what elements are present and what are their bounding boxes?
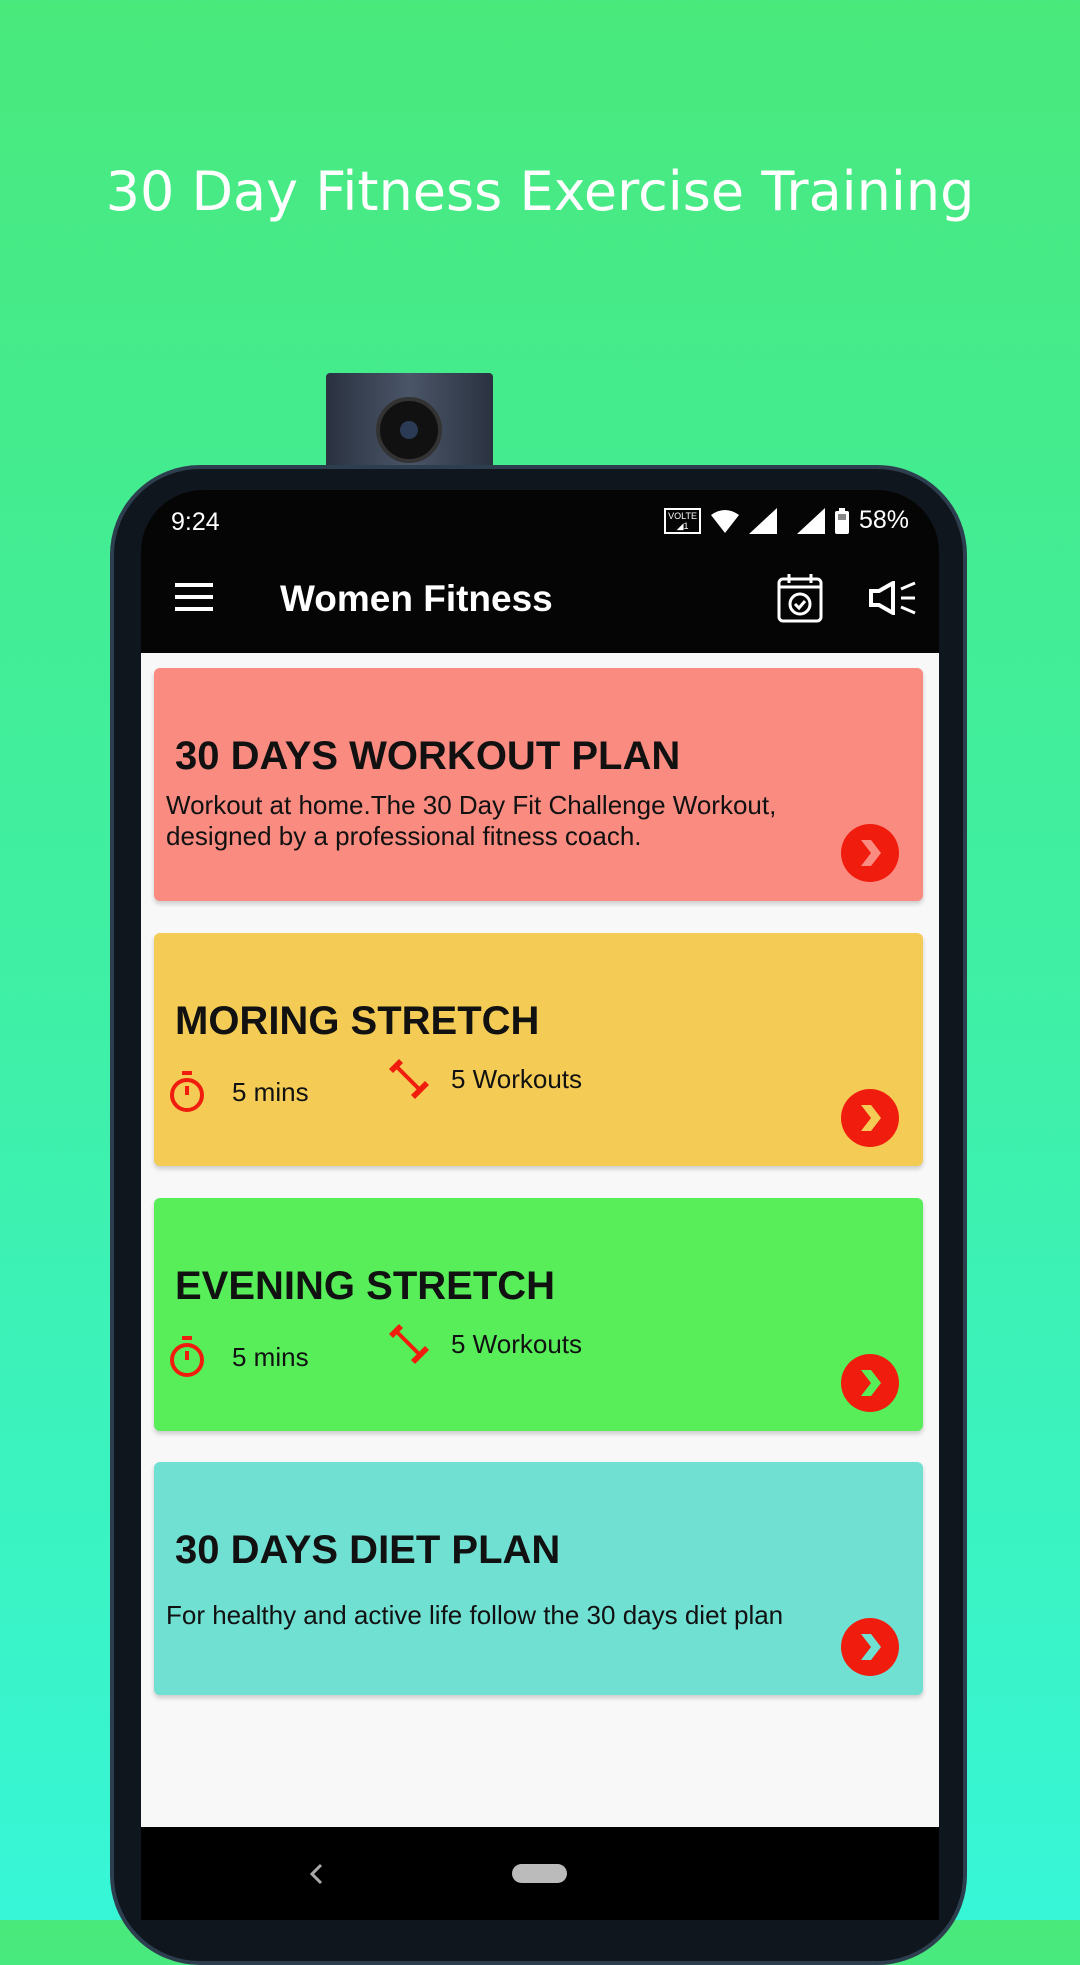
status-time: 9:24 xyxy=(171,508,220,536)
chevron-right-button[interactable] xyxy=(841,1354,899,1412)
duration-label: 5 mins xyxy=(232,1076,309,1107)
card-description: For healthy and active life follow the 3… xyxy=(166,1600,784,1630)
content-list: 30 DAYS WORKOUT PLAN Workout at home.The… xyxy=(141,653,939,1827)
card-title: EVENING STRETCH xyxy=(175,1264,556,1308)
card-title: 30 DAYS WORKOUT PLAN xyxy=(175,734,681,778)
signal-icon-2 xyxy=(796,507,825,534)
chevron-right-icon xyxy=(861,1105,881,1131)
app-title: Women Fitness xyxy=(280,578,553,619)
home-button[interactable] xyxy=(512,1864,567,1883)
volte-icon: VOLTE ◢1 xyxy=(664,507,701,534)
card-diet-plan[interactable]: 30 DAYS DIET PLAN For healthy and active… xyxy=(154,1462,923,1695)
card-morning-stretch[interactable]: MORING STRETCH 5 mins 5 Workouts xyxy=(154,933,923,1166)
chevron-right-button[interactable] xyxy=(841,1089,899,1147)
card-evening-stretch[interactable]: EVENING STRETCH 5 mins 5 Workouts xyxy=(154,1198,923,1431)
stopwatch-icon xyxy=(170,1336,204,1377)
back-icon[interactable] xyxy=(309,1863,323,1885)
promo-headline: 30 Day Fitness Exercise Training xyxy=(105,160,975,223)
navigation-bar xyxy=(141,1827,939,1920)
menu-icon[interactable] xyxy=(175,583,213,611)
battery-icon xyxy=(834,507,849,534)
chevron-right-icon xyxy=(861,840,881,866)
workouts-label: 5 Workouts xyxy=(451,1328,583,1359)
card-title: MORING STRETCH xyxy=(175,999,540,1043)
workouts-label: 5 Workouts xyxy=(451,1063,583,1094)
dumbbell-icon xyxy=(389,1324,429,1364)
duration-label: 5 mins xyxy=(232,1341,309,1372)
chevron-right-button[interactable] xyxy=(841,824,899,882)
battery-percent: 58% xyxy=(858,506,909,534)
card-title: 30 DAYS DIET PLAN xyxy=(175,1528,561,1572)
card-description: Workout at home.The 30 Day Fit Challenge… xyxy=(166,790,777,851)
popup-camera xyxy=(326,373,493,473)
chevron-right-icon xyxy=(861,1634,881,1660)
megaphone-icon[interactable] xyxy=(869,581,917,615)
status-bar: 9:24 VOLTE ◢1 58% xyxy=(141,490,939,545)
app-bar: Women Fitness xyxy=(141,545,939,653)
chevron-right-button[interactable] xyxy=(841,1618,899,1676)
calendar-check-icon[interactable] xyxy=(777,573,823,623)
stopwatch-icon xyxy=(170,1071,204,1112)
signal-icon xyxy=(748,507,777,534)
phone-screen: 9:24 VOLTE ◢1 58% Women Fitness 30 DAYS W… xyxy=(141,490,939,1920)
wifi-icon xyxy=(710,509,739,533)
dumbbell-icon xyxy=(389,1059,429,1099)
chevron-right-icon xyxy=(861,1370,881,1396)
card-workout-plan[interactable]: 30 DAYS WORKOUT PLAN Workout at home.The… xyxy=(154,668,923,901)
